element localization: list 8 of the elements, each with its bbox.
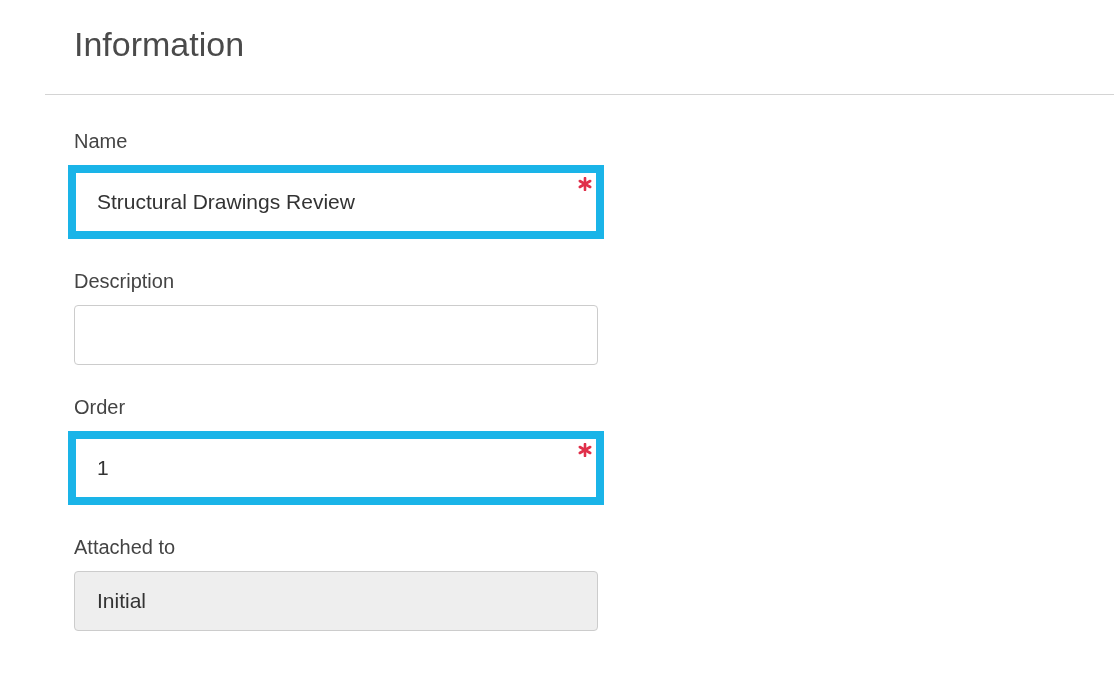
input-field[interactable] — [74, 305, 598, 365]
field-label: Name — [74, 129, 129, 153]
field-label: Order — [74, 395, 127, 419]
input-field[interactable]: 1 — [68, 431, 604, 505]
input-field[interactable]: Structural Drawings Review — [68, 165, 604, 239]
section-title: Information — [74, 24, 246, 65]
field-label: Description — [74, 269, 176, 293]
field-label: Attached to — [74, 535, 177, 559]
